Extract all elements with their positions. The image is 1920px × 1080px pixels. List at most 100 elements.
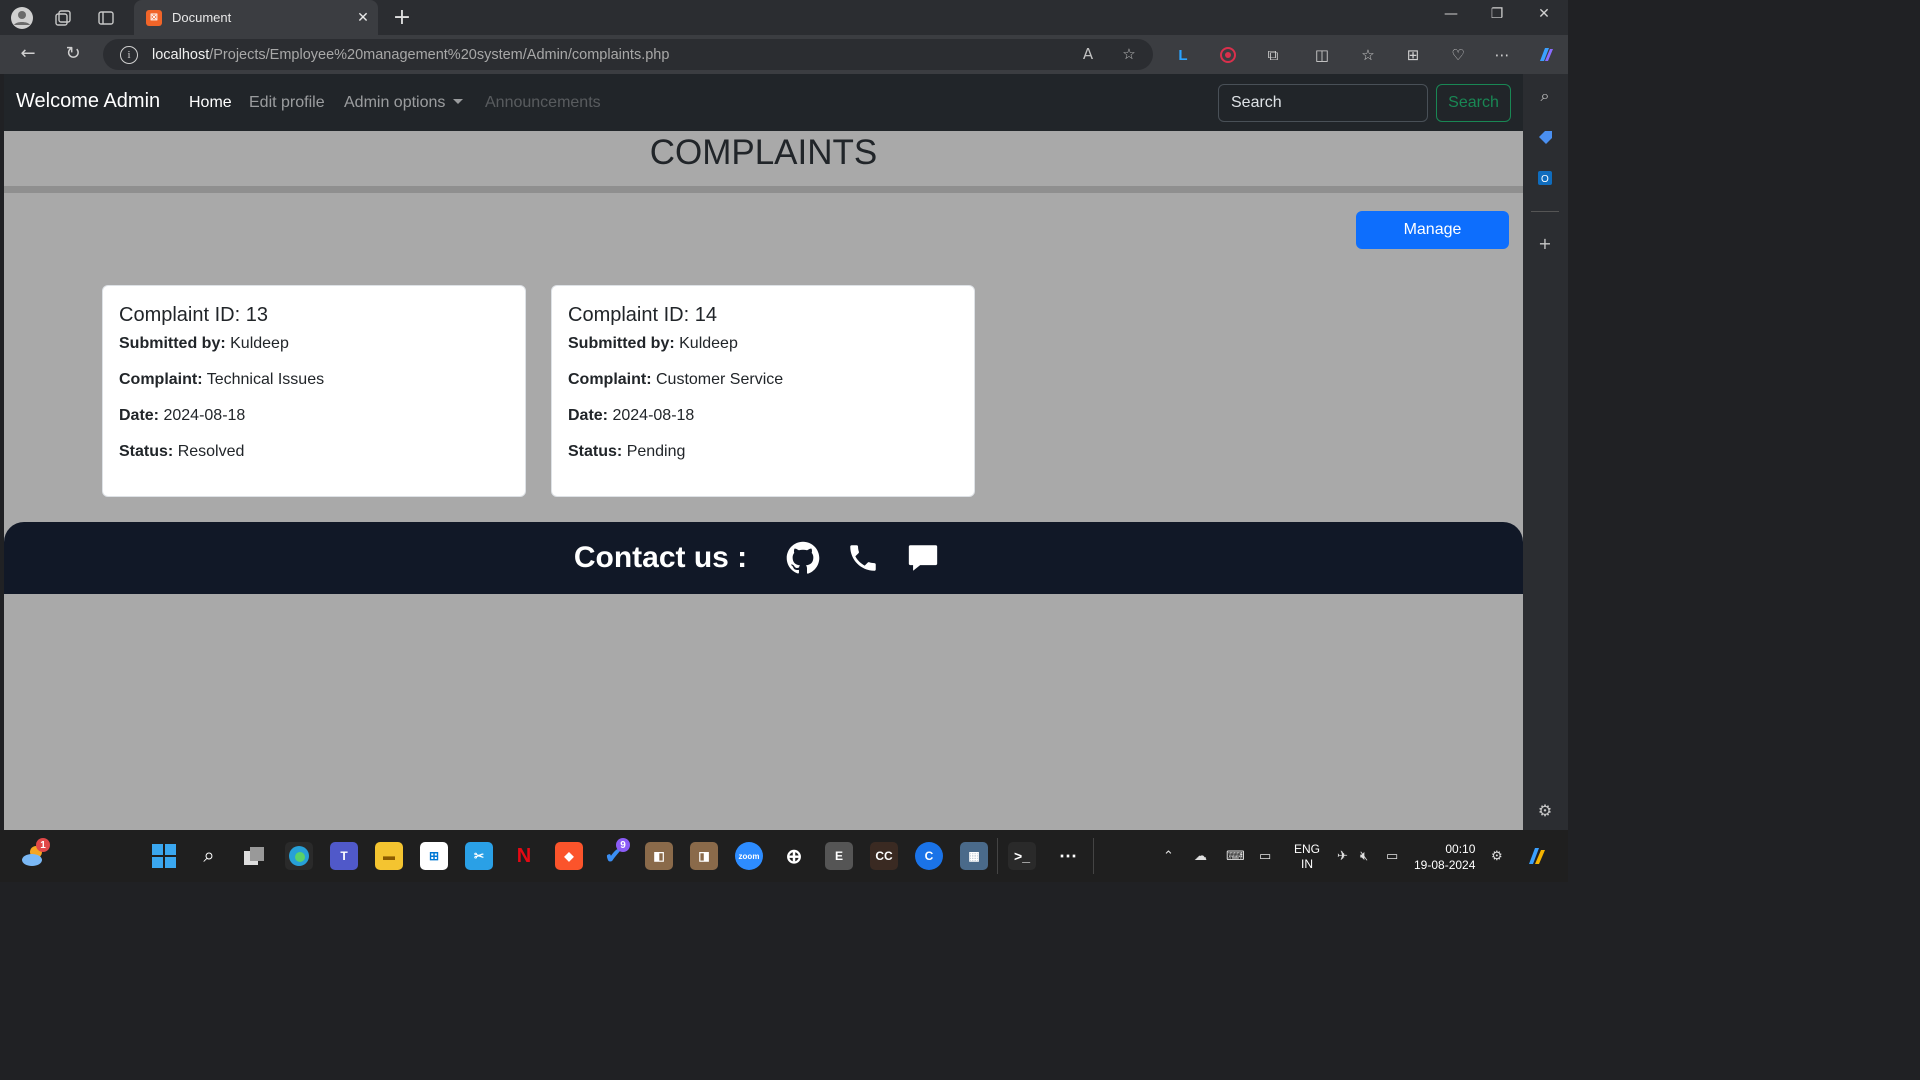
sidebar-add-icon[interactable]: +	[1534, 232, 1556, 254]
sidebar-settings-icon[interactable]: ⚙	[1534, 799, 1556, 821]
more-options-icon[interactable]: ⋯	[1491, 44, 1513, 66]
overflow-icon[interactable]: ⋯	[1054, 842, 1082, 870]
contact-heading: Contact us :	[573, 541, 748, 574]
status-label: Status:	[119, 443, 174, 460]
keyboard-icon[interactable]: ⌨	[1226, 848, 1245, 864]
nav-edit-profile[interactable]: Edit profile	[249, 94, 325, 112]
complaint-card: Complaint ID: 14 Submitted by: Kuldeep C…	[551, 285, 975, 497]
date-label: Date:	[119, 407, 160, 424]
active-tab[interactable]: ⊠ Document ✕	[134, 0, 378, 35]
sidebar-outlook-icon[interactable]: O	[1534, 167, 1556, 189]
refresh-icon[interactable]: ↻	[61, 43, 85, 64]
snipping-icon[interactable]: ✂	[465, 842, 493, 870]
onedrive-icon[interactable]: ☁	[1194, 848, 1207, 864]
settings-tray-icon[interactable]: ⚙	[1491, 848, 1503, 864]
tray-chevron-icon[interactable]: ⌃	[1163, 848, 1174, 864]
battery-icon[interactable]: ▭	[1386, 848, 1398, 864]
favorite-star-icon[interactable]: ☆	[1119, 45, 1139, 63]
collections-icon[interactable]: ⊞	[1402, 44, 1424, 66]
complaint-row: Complaint: Customer Service	[568, 371, 958, 389]
terminal-icon[interactable]: >_	[1008, 842, 1036, 870]
file-explorer-icon[interactable]: ▬	[375, 842, 403, 870]
extension-record-icon[interactable]	[1217, 44, 1239, 66]
search-icon[interactable]: ⌕	[195, 842, 223, 870]
capcut-icon[interactable]: CC	[870, 842, 898, 870]
copilot-icon[interactable]	[1535, 44, 1557, 66]
teams-icon[interactable]: T	[330, 842, 358, 870]
window-close-icon[interactable]: ✕	[1529, 6, 1559, 22]
read-aloud-icon[interactable]: A	[1078, 45, 1098, 63]
zoom-icon[interactable]: zoom	[735, 842, 763, 870]
nav-admin-options[interactable]: Admin options	[344, 94, 464, 112]
copilot-taskbar-icon[interactable]	[1522, 842, 1550, 870]
brave-icon[interactable]: ◆	[555, 842, 583, 870]
manage-button[interactable]: Manage	[1356, 211, 1509, 249]
workspaces-icon[interactable]	[51, 6, 75, 30]
url-text[interactable]: localhost/Projects/Employee%20management…	[152, 47, 669, 63]
back-icon[interactable]: ←	[16, 43, 40, 64]
search-button[interactable]: Search	[1436, 84, 1511, 122]
weather-widget-icon[interactable]: 1	[20, 838, 50, 870]
site-info-icon[interactable]: i	[120, 45, 138, 64]
language-top: ENG	[1294, 842, 1321, 856]
favorites-icon[interactable]: ☆	[1357, 44, 1379, 66]
game-icon[interactable]: ◧	[645, 842, 673, 870]
complaint-row: Complaint: Technical Issues	[119, 371, 509, 389]
todo-badge: 9	[616, 838, 630, 852]
e-app-icon[interactable]: E	[825, 842, 853, 870]
extensions-puzzle-icon[interactable]: ⧉	[1262, 44, 1284, 66]
start-icon[interactable]	[150, 842, 178, 870]
language-indicator[interactable]: ENG IN	[1294, 842, 1320, 872]
address-bar[interactable]: i localhost/Projects/Employee%20manageme…	[103, 39, 1153, 70]
taskbar-divider	[1093, 838, 1094, 874]
clock[interactable]: 00:10 19-08-2024	[1414, 841, 1475, 873]
task-view-icon[interactable]	[240, 842, 268, 870]
date-row: Date: 2024-08-18	[568, 407, 958, 425]
page-viewport: Welcome Admin Home Edit profile Admin op…	[4, 74, 1523, 830]
edge-taskbar-icon[interactable]	[285, 842, 313, 870]
nav-home[interactable]: Home	[189, 94, 232, 112]
close-tab-icon[interactable]: ✕	[348, 10, 378, 26]
image-viewer-icon[interactable]: ▦	[960, 842, 988, 870]
store-icon[interactable]: ⊞	[420, 842, 448, 870]
status-value: Resolved	[177, 443, 245, 460]
github-icon[interactable]	[785, 540, 821, 576]
volume-muted-icon[interactable]: 🔇︎	[1360, 848, 1368, 864]
airplane-mode-icon[interactable]: ✈	[1337, 848, 1348, 864]
display-icon[interactable]: ▭	[1259, 848, 1271, 864]
heading-divider	[4, 186, 1523, 193]
search-input[interactable]	[1218, 84, 1428, 122]
clock-time: 00:10	[1445, 842, 1476, 856]
submitted-by-row: Submitted by: Kuldeep	[119, 335, 509, 353]
nav-announcements: Announcements	[485, 94, 601, 111]
browser-essentials-icon[interactable]: ♡	[1447, 44, 1469, 66]
profile-icon[interactable]	[10, 6, 34, 30]
taskbar-divider	[997, 838, 998, 874]
todo-icon[interactable]: ✔ 9	[600, 838, 630, 870]
svg-text:O: O	[1541, 174, 1549, 185]
submitted-by-value: Kuldeep	[679, 335, 738, 352]
tab-actions-icon[interactable]	[94, 6, 118, 30]
chat-icon[interactable]	[905, 540, 941, 576]
c-app-icon[interactable]: C	[915, 842, 943, 870]
edge-sidebar: ⌕ O + ⚙	[1523, 74, 1568, 830]
complaint-label: Complaint:	[568, 371, 652, 388]
complaint-value: Customer Service	[656, 371, 784, 388]
extension-l-icon[interactable]: L	[1172, 44, 1194, 66]
restore-icon[interactable]: ❐	[1482, 6, 1512, 22]
status-row: Status: Resolved	[119, 443, 509, 461]
language-bottom: IN	[1301, 857, 1313, 871]
split-screen-icon[interactable]: ◫	[1311, 44, 1333, 66]
helmet-app-icon[interactable]: ⊕	[780, 842, 808, 870]
game-icon[interactable]: ◨	[690, 842, 718, 870]
minimize-icon[interactable]: —	[1436, 6, 1466, 22]
browser-tab-strip: ⊠ Document ✕ + — ❐ ✕	[0, 0, 1568, 35]
nav-admin-options-label: Admin options	[344, 94, 446, 111]
navbar-brand[interactable]: Welcome Admin	[16, 90, 160, 113]
phone-icon[interactable]	[845, 540, 881, 576]
submitted-by-value: Kuldeep	[230, 335, 289, 352]
netflix-icon[interactable]: N	[510, 842, 538, 870]
new-tab-icon[interactable]: +	[390, 5, 414, 30]
sidebar-shopping-icon[interactable]	[1534, 126, 1556, 148]
sidebar-search-icon[interactable]: ⌕	[1534, 85, 1556, 107]
